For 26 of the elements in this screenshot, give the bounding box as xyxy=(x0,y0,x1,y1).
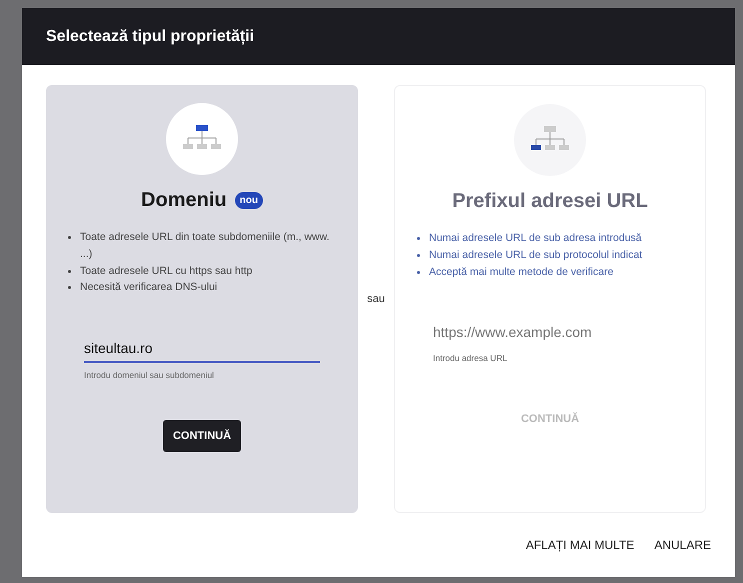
bullet-text: Numai adresele URL de sub adresa introdusă xyxy=(429,231,642,246)
bullet-text: Numai adresele URL de sub protocolul indicat xyxy=(429,248,642,263)
continue-button[interactable]: CONTINUĂ xyxy=(162,420,242,452)
bullet-text: Toate adresele URL cu https sau http xyxy=(80,264,252,279)
bullet-icon xyxy=(68,270,71,273)
input-field[interactable]: siteultau.ro xyxy=(84,336,320,364)
learn-more-button[interactable]: AFLAȚI MAI MULTE xyxy=(520,530,640,560)
cancel-button[interactable]: ANULARE xyxy=(648,530,717,560)
dialog-title: Selectează tipul proprietății xyxy=(46,26,254,47)
helper-text: Introdu domeniul sau subdomeniul xyxy=(84,369,215,382)
bullet-icon xyxy=(68,286,71,290)
input-field[interactable]: https://www.example.com xyxy=(433,320,667,346)
bullet-text: Necesită verificarea DNS-ului xyxy=(80,280,218,296)
bullet-icon xyxy=(417,270,420,274)
new-badge: nou xyxy=(234,192,263,208)
bullet-text: Acceptă mai multe metode de verificare xyxy=(429,264,614,280)
helper-text: Introdu adresa URL xyxy=(433,352,508,366)
bullet-icon xyxy=(417,254,420,257)
bullet-icon xyxy=(68,236,71,239)
option-card[interactable]: Domeniu nou Toate adresele URL din toate subdomeniile (m., www. ...) Toate adresele URL cu https sau http Necesită verificarea DNS-ului siteultau.ro Introdu domeniul sau subdomeniul CONTINUĂ xyxy=(46,85,358,513)
bullet-icon xyxy=(417,237,420,240)
option-card[interactable]: Prefixul adresei URL Numai adresele URL de sub adresa introdusă Numai adresele URL de sub protocolul indicat Acceptă mai multe metode de verificare https://www.example.com Introdu adresa URL CONTINUĂ xyxy=(394,85,706,513)
bullet-text: Toate adresele URL din toate subdomeniile (m., www. ...) xyxy=(80,230,330,262)
option-title: Prefixul adresei URL xyxy=(452,189,648,214)
separator-text: sau xyxy=(367,292,385,307)
option-title: Domeniu xyxy=(141,188,227,213)
